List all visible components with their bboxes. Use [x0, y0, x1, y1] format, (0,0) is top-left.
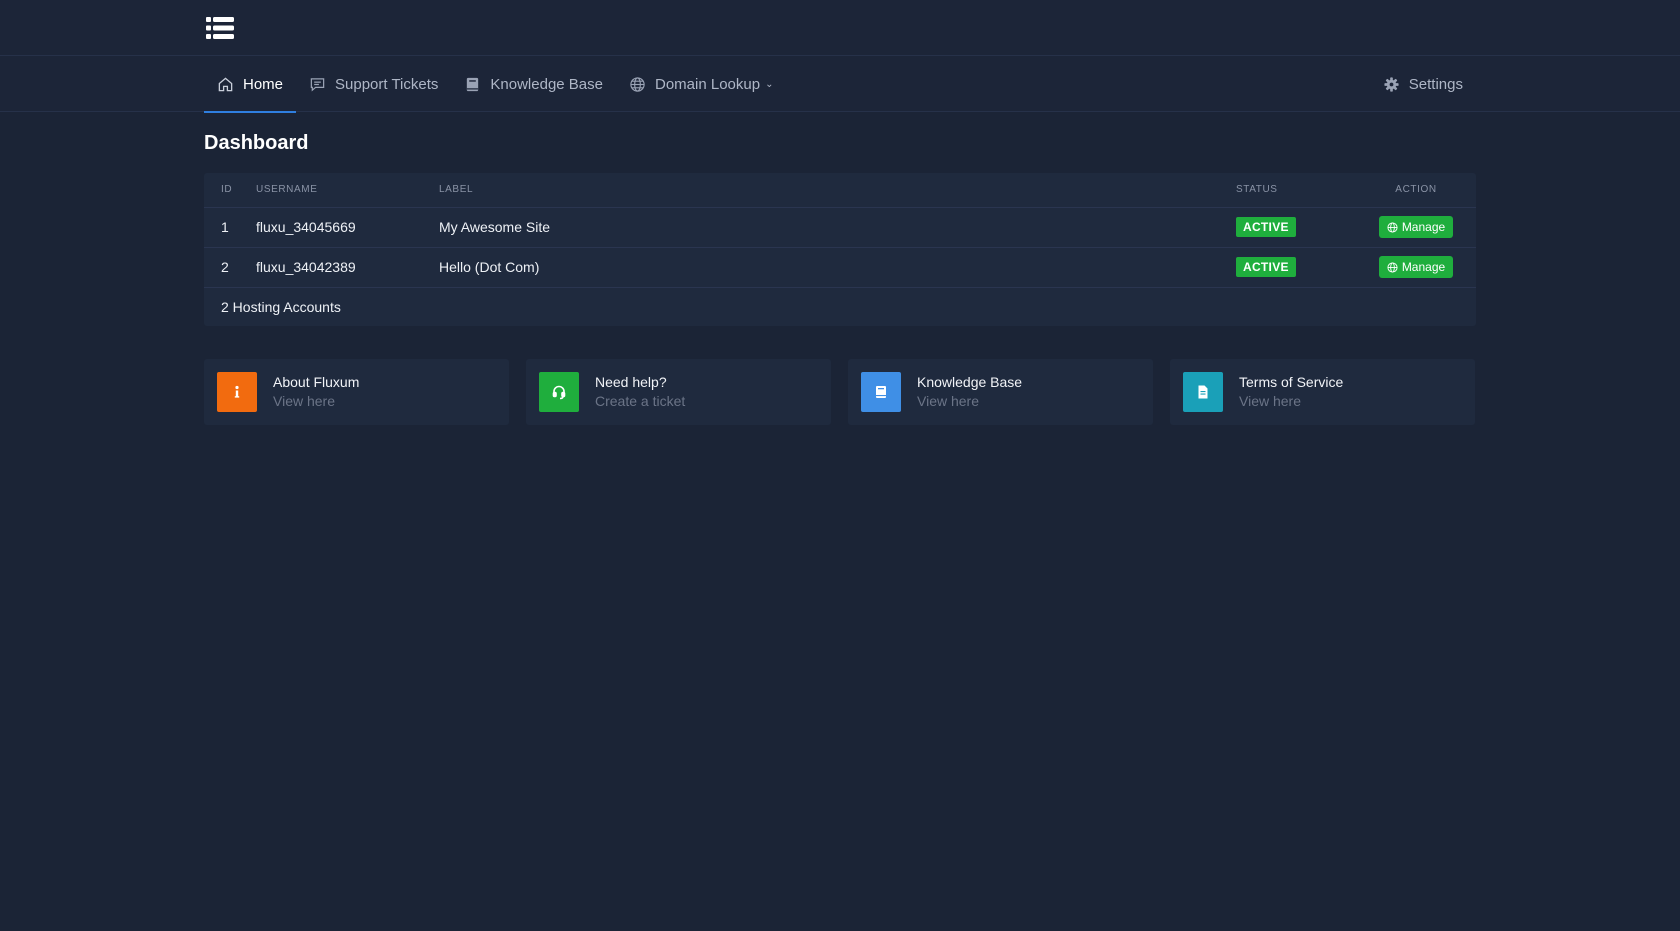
nav-item-home[interactable]: Home — [204, 56, 297, 113]
globe-icon — [630, 76, 645, 92]
globe-icon — [1387, 261, 1398, 273]
nav-item-knowledge-base[interactable]: Knowledge Base — [451, 56, 616, 112]
quick-links: About Fluxum View here Need help? Create… — [204, 358, 1476, 425]
cell-action: Manage — [1356, 247, 1476, 288]
cell-id: 2 — [204, 247, 256, 288]
column-header-label: LABEL — [439, 173, 1236, 208]
nav-label-settings: Settings — [1408, 75, 1463, 93]
nav-label-knowledge-base: Knowledge Base — [490, 75, 603, 93]
cell-status: ACTIVE — [1236, 207, 1356, 248]
card-subtitle: Create a ticket — [595, 393, 686, 409]
nav-item-domain-lookup[interactable]: Domain Lookup ⌄ — [616, 56, 786, 112]
top-bar — [0, 0, 1680, 56]
nav-label-home: Home — [243, 75, 284, 93]
nav-label-domain-lookup: Domain Lookup — [655, 75, 761, 93]
cell-id: 1 — [204, 207, 256, 248]
card-knowledge-base[interactable]: Knowledge Base View here — [848, 358, 1153, 425]
card-title: About Fluxum — [273, 374, 360, 390]
nav-item-support-tickets[interactable]: Support Tickets — [296, 56, 451, 112]
card-title: Need help? — [595, 374, 667, 390]
column-header-id: ID — [204, 173, 256, 208]
chevron-down-icon: ⌄ — [765, 78, 774, 90]
status-badge: ACTIVE — [1236, 257, 1296, 277]
manage-button-label: Manage — [1401, 220, 1446, 234]
card-subtitle: View here — [273, 393, 336, 409]
server-list-logo-icon[interactable] — [206, 17, 234, 39]
cell-status: ACTIVE — [1236, 247, 1356, 288]
card-about[interactable]: About Fluxum View here — [204, 358, 509, 425]
manage-button[interactable]: Manage — [1378, 256, 1454, 278]
cell-label: Hello (Dot Com) — [439, 247, 1236, 288]
card-title: Knowledge Base — [917, 374, 1023, 390]
hosting-accounts-count: 2 Hosting Accounts — [221, 298, 341, 315]
cell-username: fluxu_34045669 — [256, 207, 439, 248]
hosting-accounts-table: ID USERNAME LABEL STATUS ACTION 1 fluxu_… — [204, 173, 1476, 288]
chat-icon — [310, 77, 325, 92]
card-terms-of-service[interactable]: Terms of Service View here — [1170, 358, 1475, 425]
manage-button[interactable]: Manage — [1378, 216, 1454, 238]
card-need-help[interactable]: Need help? Create a ticket — [526, 358, 831, 425]
card-subtitle: View here — [1239, 393, 1302, 409]
cell-label: My Awesome Site — [439, 207, 1236, 248]
nav-item-settings[interactable]: Settings — [1370, 56, 1476, 112]
cell-username: fluxu_34042389 — [256, 247, 439, 288]
headset-icon — [539, 371, 579, 412]
status-badge: ACTIVE — [1236, 217, 1296, 237]
home-icon — [218, 76, 233, 91]
column-header-action: ACTION — [1356, 173, 1476, 208]
main-content: Dashboard ID USERNAME LABEL STATUS ACTIO… — [204, 128, 1476, 425]
card-title: Terms of Service — [1239, 374, 1344, 390]
document-icon — [1183, 371, 1223, 412]
table-header-row: ID USERNAME LABEL STATUS ACTION — [204, 173, 1476, 208]
cell-action: Manage — [1356, 207, 1476, 248]
info-icon — [217, 371, 257, 412]
book-icon — [467, 77, 479, 91]
page-title: Dashboard — [204, 132, 309, 154]
table-row: 2 fluxu_34042389 Hello (Dot Com) ACTIVE … — [204, 247, 1476, 288]
column-header-username: USERNAME — [256, 173, 439, 208]
book-icon — [861, 371, 901, 412]
gear-icon — [1384, 76, 1399, 92]
column-header-status: STATUS — [1236, 173, 1356, 208]
globe-icon — [1387, 221, 1398, 233]
hosting-accounts-table-card: ID USERNAME LABEL STATUS ACTION 1 fluxu_… — [204, 173, 1476, 326]
card-subtitle: View here — [917, 393, 980, 409]
main-nav: Home Support Tickets Knowledge Base Doma… — [0, 56, 1680, 113]
table-row: 1 fluxu_34045669 My Awesome Site ACTIVE … — [204, 207, 1476, 248]
manage-button-label: Manage — [1401, 260, 1446, 274]
nav-label-support-tickets: Support Tickets — [335, 75, 439, 93]
